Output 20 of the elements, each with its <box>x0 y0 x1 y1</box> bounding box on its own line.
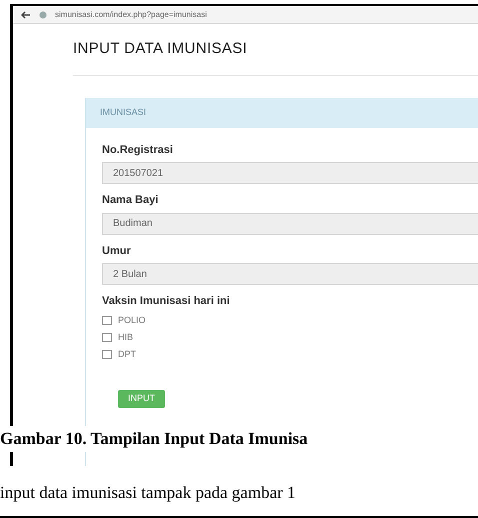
checkbox[interactable] <box>102 316 112 325</box>
input-field[interactable]: Budiman <box>102 212 478 234</box>
field-label: Nama Bayi <box>102 193 160 208</box>
vaccine-label: Vaksin Imunisasi hari ini <box>101 294 231 309</box>
checkbox[interactable] <box>102 350 112 359</box>
checkbox-label: DPT <box>118 348 136 361</box>
panel-heading: IMUNISASI <box>86 98 478 128</box>
figure-caption: Gambar 10. Tampilan Input Data Imunisa <box>0 426 308 452</box>
page-title: INPUT DATA IMUNISASI <box>73 38 478 76</box>
checkbox-label: HIB <box>118 330 134 344</box>
checkbox-label: POLIO <box>118 314 146 327</box>
field-label: No.Registrasi <box>102 142 174 158</box>
url-text[interactable]: simunisasi.com/index.php?page=imunisasi <box>55 8 207 20</box>
input-field[interactable]: 201507021 <box>102 162 478 184</box>
field-label: Umur <box>102 244 132 258</box>
back-icon[interactable] <box>21 10 31 18</box>
input-button[interactable]: INPUT <box>118 390 165 408</box>
input-field[interactable]: 2 Bulan <box>102 263 478 285</box>
body-text: input data imunisasi tampak pada gambar 1 <box>0 482 297 504</box>
checkbox[interactable] <box>102 333 112 342</box>
